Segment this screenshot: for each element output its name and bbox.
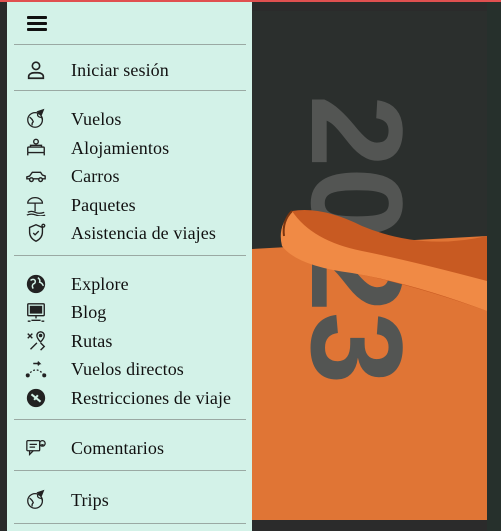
promo-banner-2023[interactable]: 2023 <box>252 11 487 520</box>
monitor-icon <box>21 300 51 324</box>
side-menu: Iniciar sesión Vuelos Alojamientos Carro… <box>7 2 252 531</box>
menu-item-label: Restricciones de viaje <box>71 387 232 408</box>
menu-item-label: Rutas <box>71 330 113 351</box>
menu-item-label: Iniciar sesión <box>71 59 169 80</box>
direct-flight-icon <box>21 357 51 381</box>
globe-plane-icon <box>21 107 51 131</box>
menu-item-label: Carros <box>71 165 120 186</box>
promo-artwork: 2023 <box>252 11 487 520</box>
hamburger-menu-icon[interactable] <box>27 14 47 32</box>
menu-item-packages[interactable]: Paquetes <box>21 191 251 219</box>
shield-sun-icon <box>21 221 51 245</box>
divider <box>14 419 246 420</box>
menu-item-comments[interactable]: Comentarios <box>21 434 251 462</box>
menu-item-cars[interactable]: Carros <box>21 162 251 190</box>
menu-item-flights[interactable]: Vuelos <box>21 105 251 133</box>
divider <box>14 470 246 471</box>
menu-item-direct-flights[interactable]: Vuelos directos <box>21 355 251 383</box>
menu-item-blog[interactable]: Blog <box>21 298 251 326</box>
menu-item-label: Comentarios <box>71 437 165 458</box>
globe-icon <box>21 272 51 296</box>
menu-item-label: Trips <box>71 489 109 510</box>
menu-item-label: Blog <box>71 301 107 322</box>
beach-umbrella-icon <box>21 193 51 217</box>
menu-item-restrictions[interactable]: Restricciones de viaje <box>21 384 251 412</box>
globe-plane-icon <box>21 488 51 512</box>
menu-item-label: Explore <box>71 273 129 294</box>
right-edge <box>487 2 501 531</box>
left-edge <box>0 2 7 531</box>
divider <box>14 523 246 524</box>
feedback-bubble-icon <box>21 436 51 460</box>
menu-item-explore[interactable]: Explore <box>21 270 251 298</box>
divider <box>14 44 246 45</box>
menu-item-routes[interactable]: Rutas <box>21 327 251 355</box>
menu-item-insurance[interactable]: Asistencia de viajes <box>21 219 251 247</box>
menu-item-login[interactable]: Iniciar sesión <box>21 56 251 84</box>
menu-item-label: Asistencia de viajes <box>71 222 216 243</box>
menu-item-label: Alojamientos <box>71 137 170 158</box>
menu-item-label: Vuelos directos <box>71 358 184 379</box>
menu-item-trips[interactable]: Trips <box>21 486 251 514</box>
menu-item-label: Paquetes <box>71 194 136 215</box>
bed-icon <box>21 136 51 160</box>
divider <box>14 90 246 91</box>
menu-item-label: Vuelos <box>71 108 122 129</box>
user-icon <box>21 58 51 82</box>
route-pin-icon <box>21 329 51 353</box>
plane-restriction-icon <box>21 386 51 410</box>
divider <box>14 255 246 256</box>
car-icon <box>21 164 51 188</box>
menu-item-lodging[interactable]: Alojamientos <box>21 134 251 162</box>
